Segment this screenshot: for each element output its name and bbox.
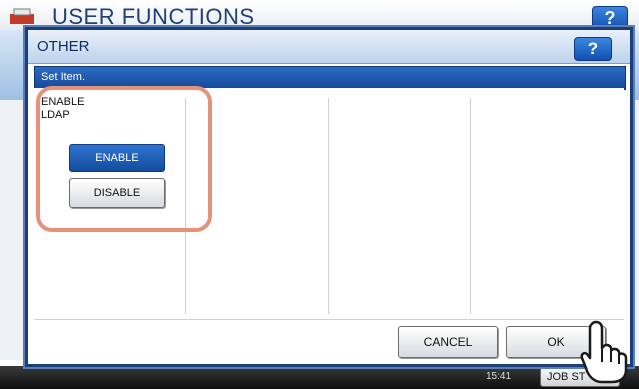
- column-divider: [328, 98, 329, 314]
- dialog-title: OTHER: [37, 38, 90, 55]
- instruction-text: Set Item.: [41, 71, 86, 83]
- app-header: USER FUNCTIONS ?: [0, 0, 639, 30]
- clock: 15:41: [486, 371, 512, 382]
- highlight-frame: [36, 86, 212, 232]
- printer-icon: [10, 8, 34, 24]
- dialog-title-bar: OTHER ?: [28, 30, 630, 64]
- column-divider: [470, 98, 471, 314]
- dialog-help-button[interactable]: ?: [574, 37, 612, 61]
- hand-pointer-icon: [580, 320, 628, 384]
- cancel-button[interactable]: CANCEL: [398, 326, 498, 358]
- footer-divider: [34, 319, 624, 320]
